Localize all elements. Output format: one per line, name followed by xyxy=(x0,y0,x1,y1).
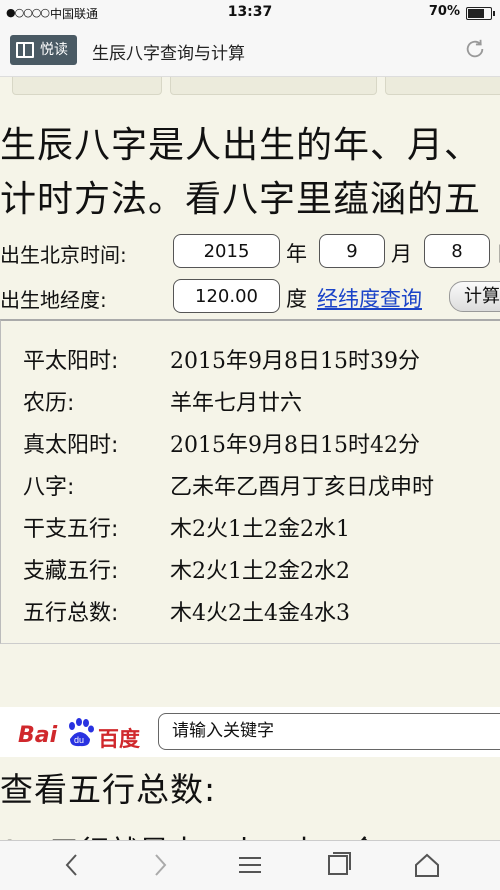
year-unit: 年 xyxy=(286,242,307,266)
top-tabs-strip xyxy=(0,77,500,99)
baidu-logo[interactable]: Bai du 百度 xyxy=(18,715,148,751)
result-value: 木2火1土2金2水2 xyxy=(170,559,350,584)
app-header: 悦读 生辰八字查询与计算 xyxy=(0,26,500,77)
paw-icon: du xyxy=(69,718,94,747)
back-icon[interactable] xyxy=(57,850,87,880)
result-value: 木2火1土2金2水1 xyxy=(170,517,350,542)
baidu-logo-du: 百度 xyxy=(98,727,140,751)
baidu-logo-bai: Bai xyxy=(18,723,58,748)
intro-line: 生辰八字是人出生的年、月、 xyxy=(0,125,482,166)
reader-mode-button[interactable]: 悦读 xyxy=(10,35,77,65)
section-heading: 查看五行总数: xyxy=(0,770,217,809)
day-select[interactable]: 8 xyxy=(424,234,490,268)
browser-toolbar xyxy=(0,840,500,890)
svg-text:du: du xyxy=(74,735,84,745)
calculate-button[interactable]: 计算 xyxy=(449,281,500,312)
result-key: 平太阳时: xyxy=(23,349,119,374)
result-key: 干支五行: xyxy=(23,517,119,542)
intro-text: 生辰八字是人出生的年、月、 计时方法。看八字里蕴涵的五 xyxy=(0,119,500,227)
top-tab[interactable] xyxy=(170,77,377,95)
page-title: 生辰八字查询与计算 xyxy=(92,44,245,64)
forward-icon[interactable] xyxy=(145,850,175,880)
top-tab[interactable] xyxy=(385,77,500,95)
home-icon[interactable] xyxy=(412,850,442,880)
longitude-label: 出生地经度: xyxy=(0,288,107,312)
tabs-icon[interactable] xyxy=(324,850,354,880)
longitude-input[interactable]: 120.00 xyxy=(173,279,280,313)
result-value: 2015年9月8日15时42分 xyxy=(170,433,420,458)
longitude-lookup-link[interactable]: 经纬度查询 xyxy=(317,283,422,313)
intro-line: 计时方法。看八字里蕴涵的五 xyxy=(0,179,482,220)
baidu-search-bar: Bai du 百度 请输入关键字 xyxy=(0,707,500,757)
refresh-icon[interactable] xyxy=(464,38,486,60)
year-input[interactable]: 2015 xyxy=(173,234,280,268)
month-unit: 月 xyxy=(391,242,412,266)
result-key: 真太阳时: xyxy=(23,433,119,458)
results-panel: 平太阳时: 2015年9月8日15时39分 农历: 羊年七月廿六 真太阳时: 2… xyxy=(0,319,500,644)
result-value: 乙未年乙酉月丁亥日戊申时 xyxy=(170,475,435,500)
result-value: 2015年9月8日15时39分 xyxy=(170,349,420,374)
clock: 13:37 xyxy=(227,4,273,20)
result-key: 五行总数: xyxy=(23,601,119,626)
month-select[interactable]: 9 xyxy=(319,234,385,268)
baidu-search-input[interactable]: 请输入关键字 xyxy=(158,713,500,750)
result-key: 八字: xyxy=(23,475,75,500)
longitude-row: 出生地经度: 120.00 度 经纬度查询 计算 xyxy=(0,279,500,313)
book-icon xyxy=(16,42,34,58)
battery-icon xyxy=(466,7,495,20)
page-content: 生辰八字是人出生的年、月、 计时方法。看八字里蕴涵的五 出生北京时间: 2015… xyxy=(0,77,500,852)
battery-percent: 70% xyxy=(428,4,460,19)
longitude-unit: 度 xyxy=(286,287,307,311)
birth-time-row: 出生北京时间: 2015 年 9 月 8 日 xyxy=(0,234,500,268)
result-value: 羊年七月廿六 xyxy=(170,391,303,416)
reader-mode-label: 悦读 xyxy=(40,42,68,58)
birth-time-label: 出生北京时间: xyxy=(0,243,127,267)
status-bar: ●○○○○ 中国联通 13:37 70% xyxy=(0,0,500,26)
result-value: 木4火2土4金4水3 xyxy=(170,601,350,626)
day-unit: 日 xyxy=(496,238,500,268)
result-key: 支藏五行: xyxy=(23,559,119,584)
menu-icon[interactable] xyxy=(235,850,265,880)
result-key: 农历: xyxy=(23,391,75,416)
top-tab[interactable] xyxy=(12,77,162,95)
